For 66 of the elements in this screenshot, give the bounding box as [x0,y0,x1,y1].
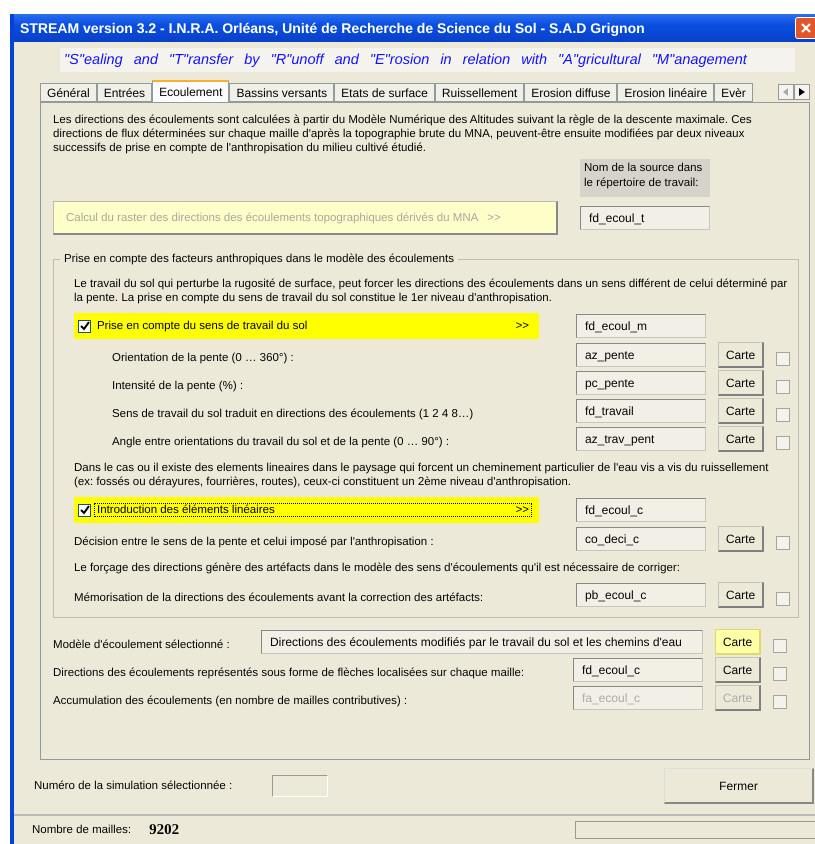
tab[interactable]: Etats de surface [334,83,435,102]
check-icon [80,505,90,515]
row-label: Angle entre orientations du travail du sol et de la pente (0 … 90°) : [111,435,450,448]
description-text: Le travail du sol qui perturbe la rugosité de surface, peut forcer les directions des écoulements dans un sens différent de celui déterminé par la pente. La prise en compte du sens de travail du sol constitue le 1er niveau d'anthropisation. [74,277,788,305]
source-field[interactable]: co_deci_c [576,527,706,551]
checkbox[interactable] [776,408,790,422]
group-title: Prise en compte des facteurs anthropiques dans le modèle des écoulements [63,253,455,265]
tab[interactable]: Erosion diffuse [524,83,618,102]
tab[interactable]: Evèr [714,83,753,102]
map-button[interactable]: Carte [718,526,764,552]
window-title: STREAM version 3.2 - I.N.R.A. Orléans, Unité de Recherche de Science du Sol - S.A.D Grignon [20,20,645,36]
row-label: Directions des écoulements représentés sous forme de flèches localisées sur chaque maille: [53,666,526,679]
source-field[interactable]: fd_travail [576,399,706,423]
map-button[interactable]: Carte [718,582,764,608]
arrow-right-icon [799,88,805,96]
source-field[interactable]: az_pente [576,343,706,367]
source-field[interactable]: az_trav_pent [576,427,706,451]
map-button[interactable]: Carte [718,426,764,452]
close-dialog-button[interactable]: Fermer [664,768,814,804]
checkbox[interactable] [776,536,790,550]
checkbox[interactable] [773,639,787,653]
map-button[interactable]: Carte [718,342,764,368]
simulation-label: Numéro de la simulation sélectionnée : [34,780,232,792]
checkbox[interactable] [776,436,790,450]
row-label: Mémorisation de la directions des écoulements avant la correction des artéfacts: [74,591,484,604]
checkbox[interactable] [776,352,790,366]
row-label: Sens de travail du sol traduit en directions des écoulements (1 2 4 8…) [111,407,474,420]
map-button[interactable]: Carte [715,629,761,655]
map-button[interactable]: Carte [718,370,764,396]
result-field[interactable]: Directions des écoulements modifiés par le travail du sol et les chemins d'eau [261,630,703,654]
scroll-right-button[interactable] [794,84,810,100]
source-field[interactable]: pb_ecoul_c [576,583,706,607]
tab[interactable]: Général [40,83,97,102]
toggle-checkbox[interactable]: Prise en compte du sens de travail du sol >> [74,313,539,339]
close-icon [800,22,812,34]
checkbox[interactable] [776,380,790,394]
row-label: Intensité de la pente (%) : [111,379,244,392]
map-button[interactable]: Carte [718,398,764,424]
tab[interactable]: Ruissellement [434,83,524,102]
row-label: Décision entre le sens de la pente et celui imposé par l'anthropisation : [74,535,435,548]
source-field[interactable]: pc_pente [576,371,706,395]
row-label: Accumulation des écoulements (en nombre de mailles contributives) : [53,694,408,707]
source-header: Nom de la source dans le répertoire de travail: [580,159,710,197]
description-text: Le forçage des directions génère des artéfacts dans le modèle des sens d'écoulements qu'il est nécessaire de corriger: [74,561,681,575]
arrow-left-icon [783,88,789,96]
simulation-field[interactable] [272,775,328,797]
status-label: Nombre de mailles: [32,824,132,836]
check-icon [80,321,90,331]
close-button[interactable] [795,17,815,39]
row-label: Modèle d'écoulement sélectionné : [53,638,231,651]
tab[interactable]: Ecoulement [152,80,230,102]
row-label: Orientation de la pente (0 … 360°) : [111,351,295,364]
output-field[interactable]: fd_ecoul_c [576,498,706,522]
intro-text: Les directions des écoulements sont calculées à partir du Modèle Numérique des Altitudes suivant la règle de la descente maximale. Ces directions de flux déterminées sur chaque maille d'après la topographie brute du MNA, peuvent-être ensuite modifiées par deux niveaux successifs de prise en compte de l'anthropisation du milieu cultivé étudié. [53,113,753,155]
toggle-checkbox[interactable]: Introduction des éléments linéaires >> [74,497,539,523]
checkbox[interactable] [776,592,790,606]
map-button[interactable]: Carte [715,657,761,683]
description-text: Dans le cas ou il existe des elements lineaires dans le paysage qui forcent un cheminement particulier de l'eau vis a vis du ruissellement (ex: fossés ou dérayures, fourrières, routes), ceux-ci constituent un 2ème niveau d'anthropisation. [74,461,770,489]
status-value: 9202 [149,822,180,838]
tab[interactable]: Bassins versants [229,83,334,102]
tagline: "S"ealing and "T"ransfer by "R"unoff and "E"rosion in relation with "A"gricultural "M"anagement [60,48,795,72]
tab[interactable]: Entrées [96,83,152,102]
checkbox[interactable] [773,667,787,681]
tab[interactable]: Erosion linéaire [617,83,714,102]
result-field[interactable]: fd_ecoul_c [573,658,703,682]
output-field[interactable]: fd_ecoul_m [576,314,706,338]
